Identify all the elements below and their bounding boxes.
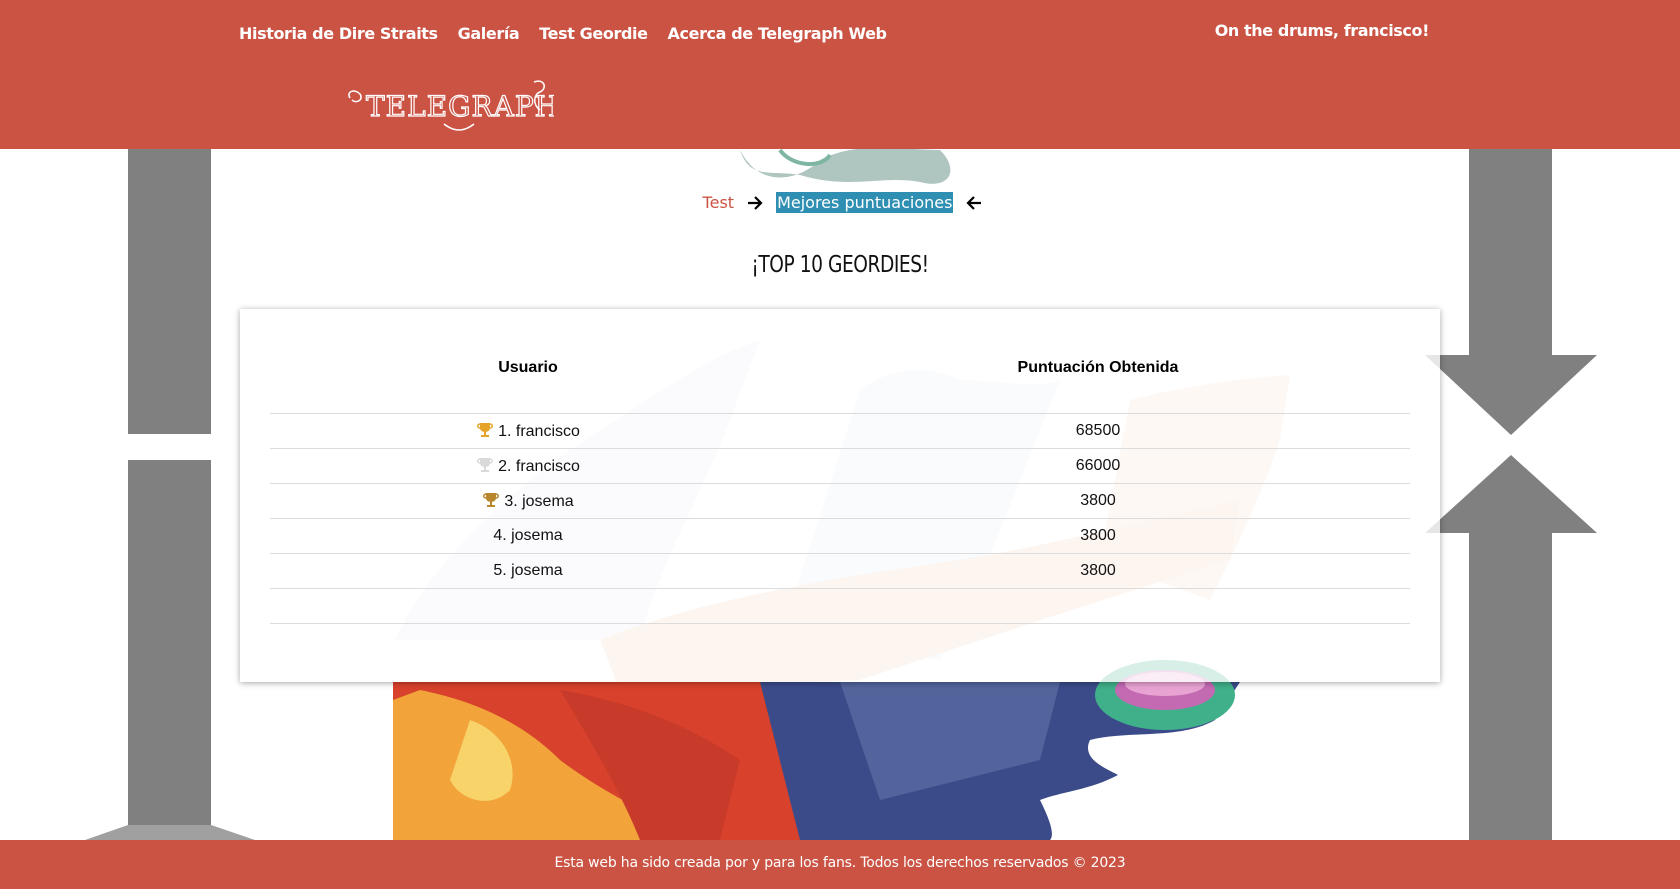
scores-card: Usuario Puntuación Obtenida 1. francisco… (240, 309, 1440, 682)
column-header-user: Usuario (498, 359, 558, 376)
nav-test-geordie-link[interactable]: Test Geordie (539, 24, 648, 43)
site-footer: Esta web ha sido creada por y para los f… (0, 840, 1680, 889)
table-row: 5. josema 3800 (270, 553, 1410, 589)
user-name: 2. francisco (498, 457, 580, 475)
telegraph-web-logo[interactable]: TELEGRAPH WEB (344, 74, 554, 136)
bronze-trophy-icon (483, 492, 500, 507)
breadcrumb: Test Mejores puntuaciones (0, 192, 1680, 213)
table-row: 2. francisco 66000 (270, 448, 1410, 484)
table-row: 3. josema 3800 (270, 483, 1410, 519)
table-header-row: Usuario Puntuación Obtenida (270, 339, 1410, 414)
breadcrumb-current: Mejores puntuaciones (776, 192, 954, 213)
table-row-empty (270, 588, 1410, 624)
score-cell: 3800 (786, 553, 1410, 589)
logo-text: TELEGRAPH WEB (366, 90, 554, 123)
page-title: ¡TOP 10 GEORDIES! (751, 252, 929, 278)
user-name: 1. francisco (498, 422, 580, 440)
arrow-left-icon (966, 195, 982, 210)
gold-trophy-icon (477, 422, 494, 437)
nav-galeria-link[interactable]: Galería (458, 24, 520, 43)
nav-historia-link[interactable]: Historia de Dire Straits (239, 24, 438, 43)
user-cell: 2. francisco (270, 448, 786, 484)
main-nav: Historia de Dire Straits Galería Test Ge… (239, 24, 907, 43)
silver-trophy-icon (477, 457, 494, 472)
user-cell (270, 588, 786, 624)
arrow-right-icon (748, 195, 763, 210)
user-greeting: On the drums, francisco! (1214, 21, 1430, 40)
table-row: 4. josema 3800 (270, 518, 1410, 554)
column-header-score: Puntuación Obtenida (1017, 359, 1179, 376)
site-header: Historia de Dire Straits Galería Test Ge… (0, 0, 1680, 149)
table-row: 1. francisco 68500 (270, 413, 1410, 449)
score-cell: 3800 (786, 518, 1410, 554)
footer-text: Esta web ha sido creada por y para los f… (554, 855, 1126, 871)
user-cell: 1. francisco (270, 413, 786, 449)
user-name: 3. josema (504, 492, 574, 510)
score-cell: 3800 (786, 483, 1410, 519)
scores-table: Usuario Puntuación Obtenida 1. francisco… (270, 339, 1410, 624)
user-cell: 4. josema (270, 518, 786, 554)
score-cell: 68500 (786, 413, 1410, 449)
score-cell (786, 588, 1410, 624)
breadcrumb-test-link[interactable]: Test (703, 193, 735, 212)
nav-acerca-link[interactable]: Acerca de Telegraph Web (668, 24, 887, 43)
user-cell: 5. josema (270, 553, 786, 589)
user-cell: 3. josema (270, 483, 786, 519)
score-cell: 66000 (786, 448, 1410, 484)
